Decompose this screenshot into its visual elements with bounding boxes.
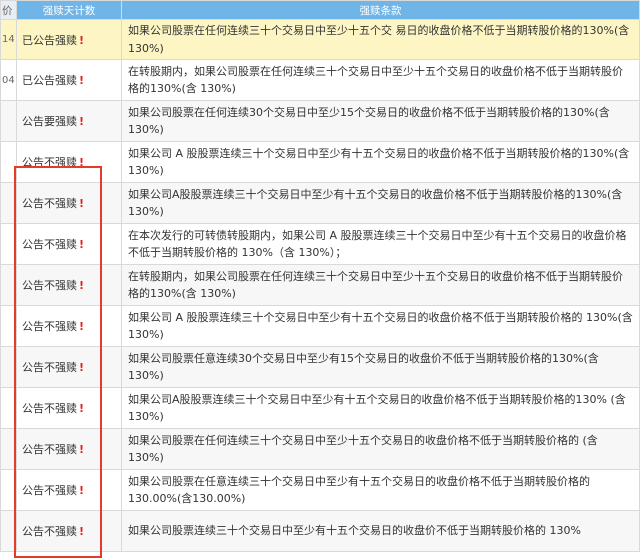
status-label: 公告不强赎 xyxy=(22,238,77,251)
status-cell: 公告不强赎! xyxy=(16,223,122,265)
status-cell: 公告不强赎! xyxy=(16,182,122,224)
status-label: 公告不强赎 xyxy=(22,484,77,497)
status-cell: 公告不强赎! xyxy=(16,428,122,470)
alert-mark: ! xyxy=(79,238,85,251)
status-label: 已公告强赎 xyxy=(22,33,77,47)
status-cell: 公告不强赎! xyxy=(16,141,122,183)
status-label: 公告不强赎 xyxy=(22,525,77,538)
price-cell: 14 xyxy=(0,19,17,60)
table-row[interactable]: 公告不强赎! 如果公司股票连续三十个交易日中至少有十五个交易日的收盘价不低于当期转… xyxy=(0,510,640,552)
price-cell xyxy=(0,141,17,183)
table-row[interactable]: 公告不强赎! 如果公司A股股票连续三十个交易日中至少有十五个交易日的收盘价格不低于… xyxy=(0,387,640,429)
status-label: 公告不强赎 xyxy=(22,279,77,292)
table-row[interactable]: 04 已公告强赎! 在转股期内，如果公司股票在任何连续三十个交易日中至少十五个交易日… xyxy=(0,59,640,101)
header-terms-col[interactable]: 强赎条款 xyxy=(121,0,640,20)
redemption-table: 价 强赎天计数 强赎条款 14 已公告强赎! 如果公司股票在任何连续三十个交易日中至… xyxy=(0,0,640,552)
price-cell xyxy=(0,223,17,265)
status-label: 公告不强赎 xyxy=(22,156,77,169)
status-cell: 公告不强赎! xyxy=(16,305,122,347)
price-cell xyxy=(0,264,17,306)
table-row[interactable]: 公告不强赎! 如果公司股票在任意连续三十个交易日中至少有十五个交易日的收盘价格不低… xyxy=(0,469,640,511)
table-row[interactable]: 公告不强赎! 如果公司A股股票连续三十个交易日中至少有十五个交易日的收盘价格不低于… xyxy=(0,182,640,224)
table-row[interactable]: 公告不强赎! 如果公司股票任意连续30个交易日中至少有15个交易日的收盘价不低于当… xyxy=(0,346,640,388)
price-cell xyxy=(0,510,17,552)
table-row[interactable]: 公告不强赎! 如果公司股票在任何连续三十个交易日中至少十五个交易日的收盘价格不低于… xyxy=(0,428,640,470)
table-header-row: 价 强赎天计数 强赎条款 xyxy=(0,0,640,20)
terms-cell: 如果公司股票任意连续30个交易日中至少有15个交易日的收盘价不低于当期转股价格的… xyxy=(121,346,640,388)
alert-mark: ! xyxy=(79,115,85,128)
terms-cell: 如果公司股票在任何连续三十个交易日中至少十五个交易日的收盘价格不低于当期转股价格… xyxy=(121,428,640,470)
status-label: 已公告强赎 xyxy=(22,74,77,87)
status-cell: 公告不强赎! xyxy=(16,510,122,552)
table-row[interactable]: 公告不强赎! 如果公司 A 股股票连续三十个交易日中至少有十五个交易日的收盘价格不… xyxy=(0,305,640,347)
table-row[interactable]: 14 已公告强赎! 如果公司股票在任何连续三十个交易日中至少十五个交 易日的收盘价格… xyxy=(0,19,640,60)
terms-cell: 在转股期内，如果公司股票在任何连续三十个交易日中至少十五个交易日的收盘价格不低于… xyxy=(121,59,640,101)
alert-mark: ! xyxy=(79,525,85,538)
price-cell xyxy=(0,346,17,388)
alert-mark: ! xyxy=(79,74,85,87)
table-row[interactable]: 公告要强赎! 如果公司股票在任何连续30个交易日中至少15个交易日的收盘价格不低于… xyxy=(0,100,640,142)
alert-mark: ! xyxy=(79,33,85,47)
terms-cell: 如果公司股票连续三十个交易日中至少有十五个交易日的收盘价不低于当期转股价格的 1… xyxy=(121,510,640,552)
status-label: 公告要强赎 xyxy=(22,115,77,128)
terms-cell: 如果公司股票在任何连续三十个交易日中至少十五个交 易日的收盘价格不低于当期转股价… xyxy=(121,19,640,60)
status-label: 公告不强赎 xyxy=(22,361,77,374)
price-cell: 04 xyxy=(0,59,17,101)
terms-cell: 在本次发行的可转债转股期内，如果公司 A 股股票连续三十个交易日中至少有十五个交… xyxy=(121,223,640,265)
status-label: 公告不强赎 xyxy=(22,443,77,456)
status-cell: 公告不强赎! xyxy=(16,469,122,511)
status-label: 公告不强赎 xyxy=(22,402,77,415)
table-row[interactable]: 公告不强赎! 在本次发行的可转债转股期内，如果公司 A 股股票连续三十个交易日中至… xyxy=(0,223,640,265)
price-cell xyxy=(0,100,17,142)
terms-cell: 如果公司A股股票连续三十个交易日中至少有十五个交易日的收盘价格不低于当期转股价格… xyxy=(121,387,640,429)
status-cell: 公告要强赎! xyxy=(16,100,122,142)
terms-cell: 如果公司 A 股股票连续三十个交易日中至少有十五个交易日的收盘价格不低于当期转股… xyxy=(121,305,640,347)
terms-cell: 如果公司股票在任意连续三十个交易日中至少有十五个交易日的收盘价格不低于当期转股价… xyxy=(121,469,640,511)
alert-mark: ! xyxy=(79,484,85,497)
alert-mark: ! xyxy=(79,443,85,456)
terms-cell: 如果公司A股股票连续三十个交易日中至少有十五个交易日的收盘价格不低于当期转股价格… xyxy=(121,182,640,224)
price-cell xyxy=(0,469,17,511)
alert-mark: ! xyxy=(79,361,85,374)
status-cell: 公告不强赎! xyxy=(16,346,122,388)
alert-mark: ! xyxy=(79,197,85,210)
terms-cell: 如果公司 A 股股票连续三十个交易日中至少有十五个交易日的收盘价格不低于当期转股… xyxy=(121,141,640,183)
status-cell: 公告不强赎! xyxy=(16,387,122,429)
header-status-col[interactable]: 强赎天计数 xyxy=(16,0,122,20)
alert-mark: ! xyxy=(79,320,85,333)
status-cell: 已公告强赎! xyxy=(16,19,122,60)
status-label: 公告不强赎 xyxy=(22,197,77,210)
price-cell xyxy=(0,182,17,224)
price-cell xyxy=(0,305,17,347)
terms-cell: 如果公司股票在任何连续30个交易日中至少15个交易日的收盘价格不低于当期转股价格… xyxy=(121,100,640,142)
status-cell: 已公告强赎! xyxy=(16,59,122,101)
status-label: 公告不强赎 xyxy=(22,320,77,333)
terms-cell: 在转股期内，如果公司股票在任何连续三十个交易日中至少十五个交易日的收盘价格不低于… xyxy=(121,264,640,306)
price-cell xyxy=(0,387,17,429)
table-row[interactable]: 公告不强赎! 在转股期内，如果公司股票在任何连续三十个交易日中至少十五个交易日的收… xyxy=(0,264,640,306)
alert-mark: ! xyxy=(79,402,85,415)
alert-mark: ! xyxy=(79,279,85,292)
header-price-col: 价 xyxy=(0,0,17,20)
price-cell xyxy=(0,428,17,470)
status-cell: 公告不强赎! xyxy=(16,264,122,306)
alert-mark: ! xyxy=(79,156,85,169)
table-row[interactable]: 公告不强赎! 如果公司 A 股股票连续三十个交易日中至少有十五个交易日的收盘价格不… xyxy=(0,141,640,183)
